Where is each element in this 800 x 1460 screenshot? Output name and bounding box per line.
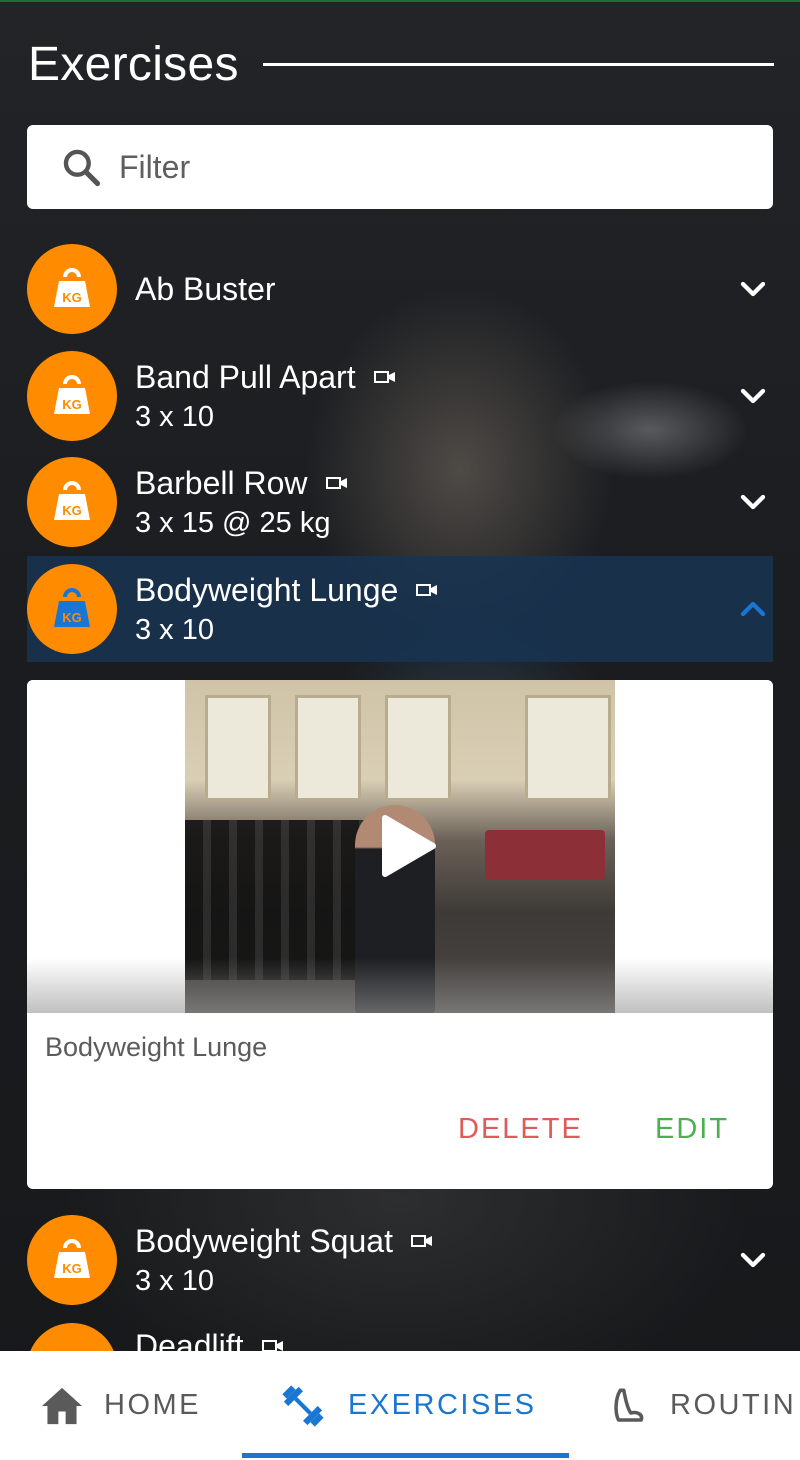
- exercise-avatar: KG: [27, 564, 117, 654]
- tab-exercises[interactable]: EXERCISES: [278, 1351, 537, 1460]
- page-title: Exercises: [28, 37, 239, 91]
- chevron-down-icon[interactable]: [733, 1240, 773, 1280]
- chevron-down-icon[interactable]: [733, 482, 773, 522]
- routines-icon: [614, 1388, 644, 1422]
- tab-label: EXERCISES: [348, 1389, 537, 1421]
- exercise-name: Bodyweight Lunge: [135, 572, 399, 608]
- svg-text:KG: KG: [62, 397, 82, 412]
- exercise-detail-card: Bodyweight Lunge DELETE EDIT: [27, 680, 773, 1189]
- svg-text:KG: KG: [62, 290, 82, 305]
- page-header: Exercises: [28, 34, 774, 94]
- video-camera-icon: [410, 1235, 432, 1247]
- filter-bar[interactable]: [27, 125, 773, 209]
- video-camera-icon: [373, 371, 395, 383]
- title-rule: [262, 62, 774, 66]
- home-icon: [42, 1387, 82, 1424]
- chevron-up-icon[interactable]: [733, 589, 773, 629]
- exercise-name: Band Pull Apart: [135, 359, 356, 395]
- chevron-down-icon[interactable]: [733, 376, 773, 416]
- exercise-sets: 3 x 10: [135, 401, 214, 433]
- tab-label: ROUTIN: [670, 1389, 797, 1421]
- edit-button[interactable]: EDIT: [649, 1112, 735, 1147]
- video-camera-icon: [325, 477, 347, 489]
- exercise-avatar: KG: [27, 1215, 117, 1305]
- kettlebell-weight-icon: KG: [54, 375, 90, 414]
- tab-home[interactable]: HOME: [40, 1351, 201, 1460]
- exercise-row-ab-buster[interactable]: KG Ab Buster: [27, 236, 773, 342]
- exercise-avatar: KG: [27, 244, 117, 334]
- video-camera-icon: [416, 584, 438, 596]
- svg-text:KG: KG: [62, 503, 82, 518]
- status-accent-line: [0, 0, 800, 2]
- kettlebell-weight-icon: KG: [54, 268, 90, 307]
- video-caption: Bodyweight Lunge: [45, 1032, 268, 1062]
- tab-label: HOME: [104, 1389, 201, 1421]
- filter-input[interactable]: [117, 147, 721, 187]
- svg-text:KG: KG: [62, 610, 82, 625]
- exercise-sets: 3 x 10: [135, 614, 214, 646]
- exercise-row-barbell-row[interactable]: KG Barbell Row 3 x 15 @ 25 kg: [27, 449, 773, 555]
- chevron-down-icon[interactable]: [733, 269, 773, 309]
- exercise-row-bodyweight-lunge[interactable]: KG Bodyweight Lunge 3 x 10: [27, 556, 773, 662]
- active-tab-indicator: [242, 1453, 569, 1458]
- exercise-video[interactable]: [27, 680, 773, 1013]
- exercise-sets: 3 x 15 @ 25 kg: [135, 507, 331, 539]
- dumbbell-icon: [282, 1384, 324, 1427]
- exercise-row-bodyweight-squat[interactable]: KG Bodyweight Squat 3 x 10: [27, 1207, 773, 1313]
- kettlebell-weight-icon: KG: [54, 1239, 90, 1278]
- exercise-name: Bodyweight Squat: [135, 1223, 393, 1259]
- exercise-name: Barbell Row: [135, 465, 308, 501]
- play-icon[interactable]: [377, 814, 437, 878]
- kettlebell-weight-icon: KG: [54, 481, 90, 520]
- exercise-avatar: KG: [27, 351, 117, 441]
- delete-button[interactable]: DELETE: [452, 1112, 589, 1147]
- bottom-navigation: HOME EXERCISES ROUTIN: [0, 1351, 800, 1460]
- svg-text:KG: KG: [62, 1261, 82, 1276]
- exercise-avatar: KG: [27, 457, 117, 547]
- exercise-sets: 3 x 10: [135, 1265, 214, 1297]
- exercise-name: Ab Buster: [135, 271, 276, 307]
- kettlebell-weight-icon: KG: [54, 588, 90, 627]
- exercise-row-band-pull-apart[interactable]: KG Band Pull Apart 3 x 10: [27, 343, 773, 449]
- search-icon: [63, 149, 101, 187]
- tab-routines[interactable]: ROUTIN: [608, 1351, 796, 1460]
